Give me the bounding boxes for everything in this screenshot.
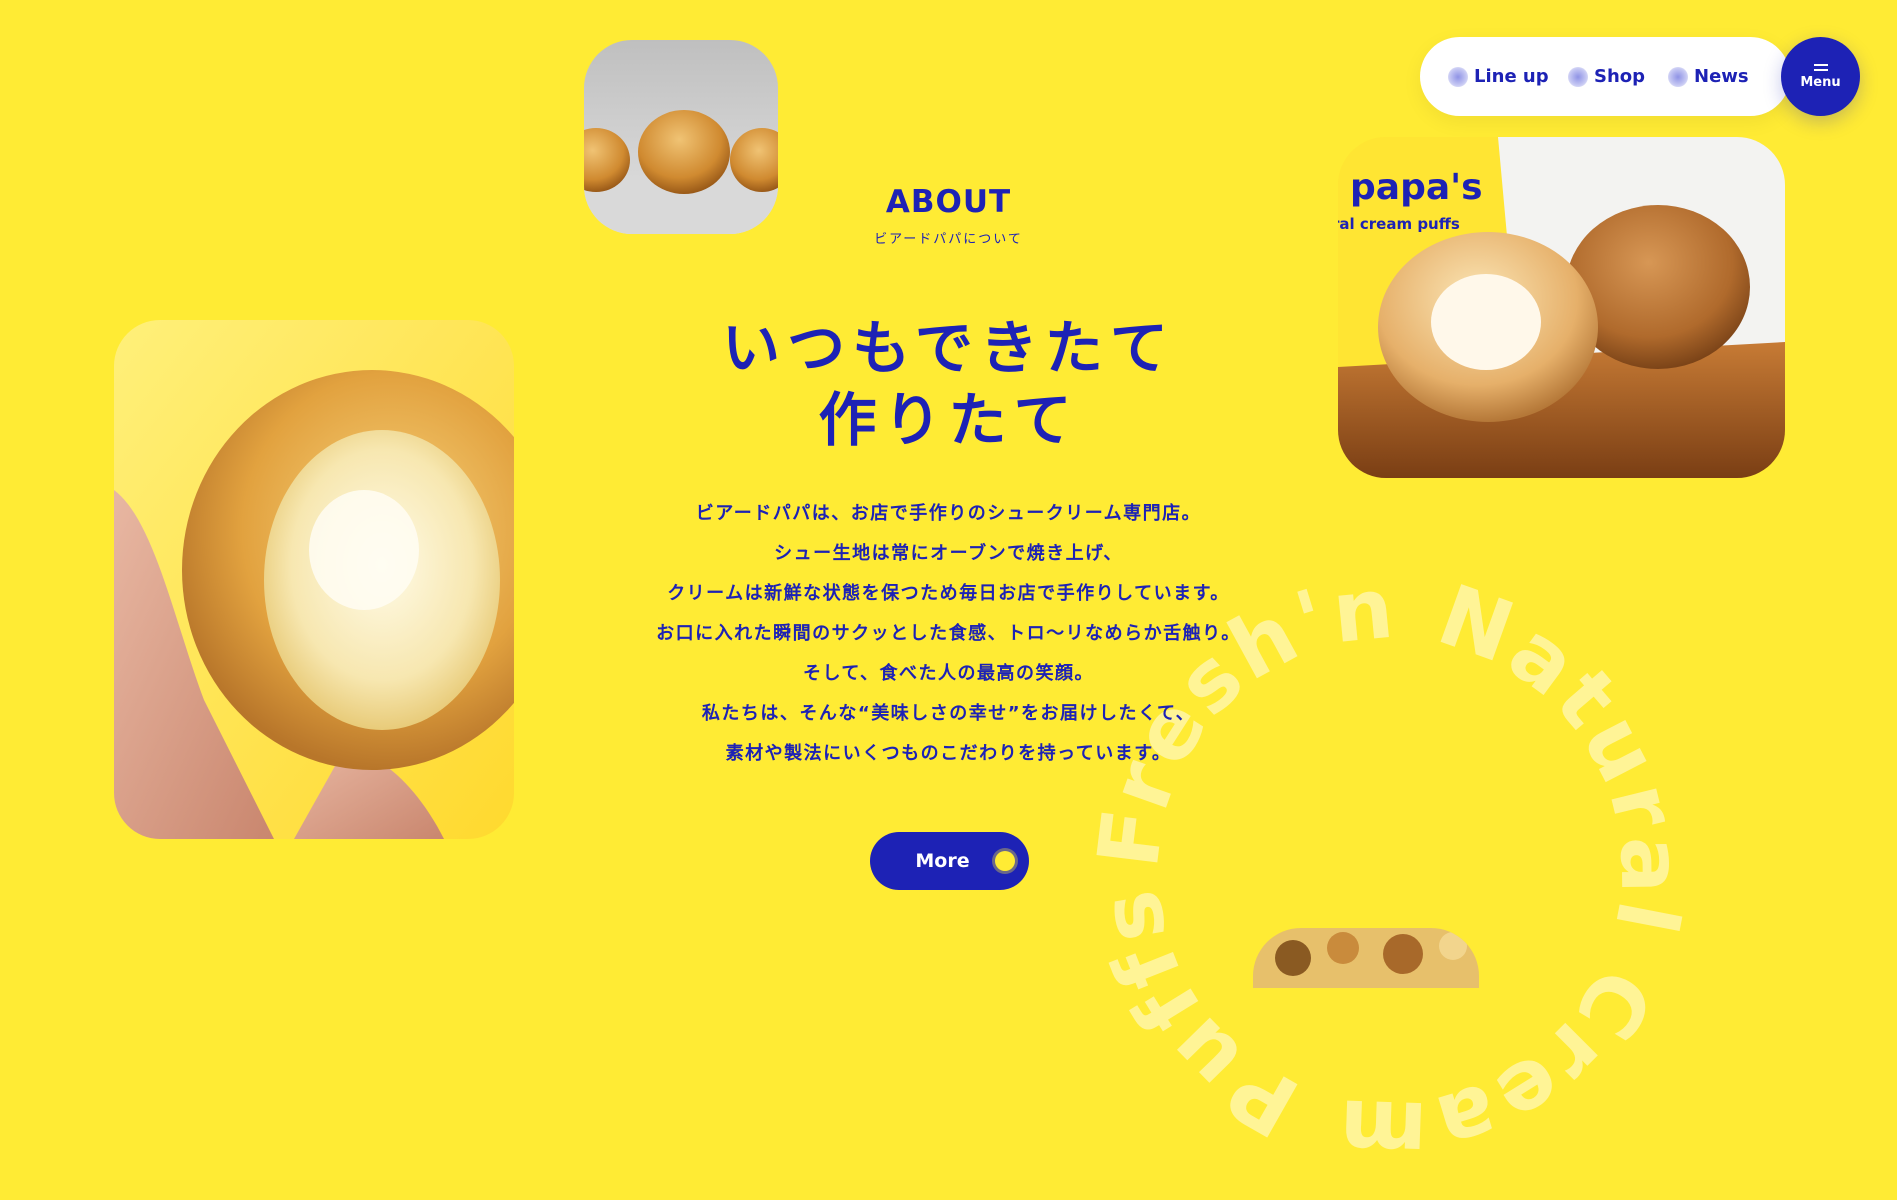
body-line: ビアードパパは、お店で手作りのシュークリーム専門店。 [695, 503, 1202, 524]
nav-item-news[interactable]: News [1668, 37, 1749, 116]
menu-button[interactable]: Menu [1781, 37, 1860, 116]
more-button-label: More [915, 850, 970, 872]
hamburger-icon [1813, 63, 1828, 71]
bubble-icon [1668, 66, 1688, 87]
body-line: クリームは新鮮な状態を保つため毎日お店で手作りしています。 [667, 583, 1230, 604]
nav-item-label: Shop [1594, 66, 1646, 87]
cream-puff-photo-bottom [1253, 928, 1479, 988]
body-line: シュー生地は常にオーブンで焼き上げ、 [774, 543, 1123, 564]
bubble-icon [1568, 66, 1588, 87]
body-line: お口に入れた瞬間のサクッとした食感、トロ〜リなめらか舌触り。 [656, 623, 1241, 644]
headline-line: いつもできたて [722, 314, 1175, 382]
body-line: 私たちは、そんな“美味しさの幸せ”をお届けしたくて、 [701, 703, 1196, 724]
bubble-icon [1448, 66, 1468, 87]
nav-item-line-up[interactable]: Line up [1448, 37, 1549, 116]
headline-line: 作りたて [818, 386, 1079, 454]
menu-button-label: Menu [1800, 74, 1841, 90]
top-nav: Line up Shop News [1420, 37, 1790, 116]
section-title: ABOUT [885, 184, 1012, 220]
nav-item-label: Line up [1474, 66, 1549, 87]
body-line: 素材や製法にいくつものこだわりを持っています。 [725, 743, 1172, 764]
dot-icon [995, 851, 1015, 871]
more-button[interactable]: More [870, 832, 1029, 890]
about-body: ビアードパパは、お店で手作りのシュークリーム専門店。 シュー生地は常にオーブンで… [0, 494, 1897, 774]
nav-item-shop[interactable]: Shop [1568, 37, 1645, 116]
section-subtitle: ビアードパパについて [874, 232, 1023, 247]
body-line: そして、食べた人の最高の笑顔。 [802, 663, 1095, 684]
nav-item-label: News [1694, 66, 1749, 87]
headline: いつもできたて 作りたて [0, 312, 1897, 456]
